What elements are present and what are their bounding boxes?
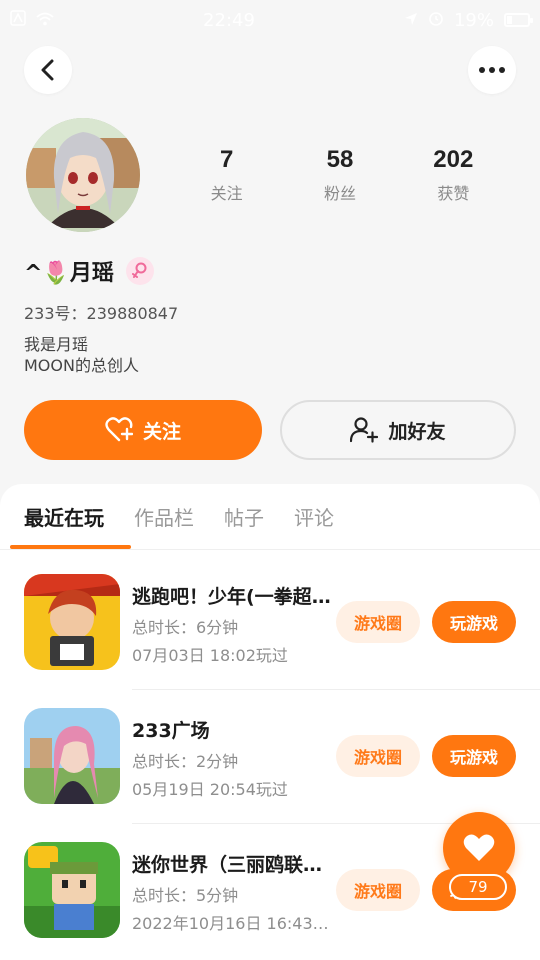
status-time: 22:49 [203, 9, 255, 31]
game-list-item[interactable]: 逃跑吧！少年(一拳超人联动) 总时长：6分钟 07月03日 18:02玩过 游戏… [0, 556, 540, 690]
add-user-icon [350, 417, 379, 443]
battery-icon [503, 13, 533, 27]
tab-works[interactable]: 作品栏 [134, 502, 194, 531]
game-circle-button[interactable]: 游戏圈 [336, 869, 420, 911]
name-row: ^🌷月瑶 [24, 255, 154, 287]
game-title: 233广场 [132, 720, 210, 742]
game-circle-button[interactable]: 游戏圈 [336, 735, 420, 777]
tab-bar: 最近在玩 作品栏 帖子 评论 [0, 484, 540, 550]
status-bar: 22:49 19% [0, 0, 540, 40]
like-count: 79 [449, 874, 507, 900]
heart-plus-icon [105, 417, 133, 442]
avatar[interactable] [26, 118, 140, 232]
follow-button[interactable]: 关注 [24, 400, 262, 460]
add-friend-label: 加好友 [388, 420, 446, 443]
game-last-played: 07月03日 18:02玩过 [132, 646, 288, 665]
game-duration: 总时长：6分钟 [132, 618, 239, 637]
profile-stats: 7 关注 58 粉丝 202 获赞 [170, 146, 510, 204]
sim-icon [10, 10, 26, 30]
stat-followers[interactable]: 58 粉丝 [283, 146, 396, 204]
female-icon [125, 257, 154, 285]
game-title: 迷你世界（三丽鸥联动） [132, 854, 332, 876]
stat-label: 粉丝 [323, 184, 356, 203]
game-icon-233-square[interactable] [24, 708, 120, 804]
stat-value: 202 [433, 146, 474, 173]
bio: 我是月瑶 MOON的总创人 [24, 334, 139, 376]
stat-value: 7 [219, 146, 234, 173]
alarm-icon [428, 10, 444, 30]
more-button[interactable] [468, 46, 516, 94]
user-id: 233号：239880847 [24, 304, 179, 323]
stat-following[interactable]: 7 关注 [170, 146, 283, 204]
game-icon-escape[interactable] [24, 574, 120, 670]
heart-icon [463, 834, 495, 861]
game-last-played: 2022年10月16日 16:43玩过 [132, 914, 332, 933]
chevron-left-icon [41, 59, 54, 81]
game-circle-button[interactable]: 游戏圈 [336, 601, 420, 643]
game-list-item[interactable]: 233广场 总时长：2分钟 05月19日 20:54玩过 游戏圈 玩游戏 [0, 690, 540, 824]
profile-name: ^🌷月瑶 [24, 261, 114, 286]
play-game-button[interactable]: 玩游戏 [432, 735, 516, 777]
bio-line: 我是月瑶 [24, 335, 89, 354]
stat-value: 58 [326, 146, 354, 173]
game-title: 逃跑吧！少年(一拳超人联动) [132, 586, 332, 608]
play-game-button[interactable]: 玩游戏 [432, 601, 516, 643]
game-duration: 总时长：5分钟 [132, 886, 239, 905]
game-last-played: 05月19日 20:54玩过 [132, 780, 288, 799]
game-icon-mini-world[interactable] [24, 842, 120, 938]
more-dots-icon [479, 67, 505, 73]
stat-label: 获赞 [437, 184, 470, 203]
follow-label: 关注 [142, 420, 181, 443]
battery-percent: 19% [453, 9, 494, 31]
location-icon [404, 11, 418, 30]
tab-comments[interactable]: 评论 [294, 502, 334, 531]
tab-recently-played[interactable]: 最近在玩 [24, 502, 104, 531]
add-friend-button[interactable]: 加好友 [280, 400, 516, 460]
stat-label: 关注 [210, 184, 243, 203]
back-button[interactable] [24, 46, 72, 94]
stat-likes[interactable]: 202 获赞 [397, 146, 510, 204]
tab-posts[interactable]: 帖子 [224, 502, 264, 531]
tab-indicator [10, 545, 131, 549]
bio-line: MOON的总创人 [24, 356, 139, 375]
game-duration: 总时长：2分钟 [132, 752, 239, 771]
wifi-icon [36, 11, 54, 30]
